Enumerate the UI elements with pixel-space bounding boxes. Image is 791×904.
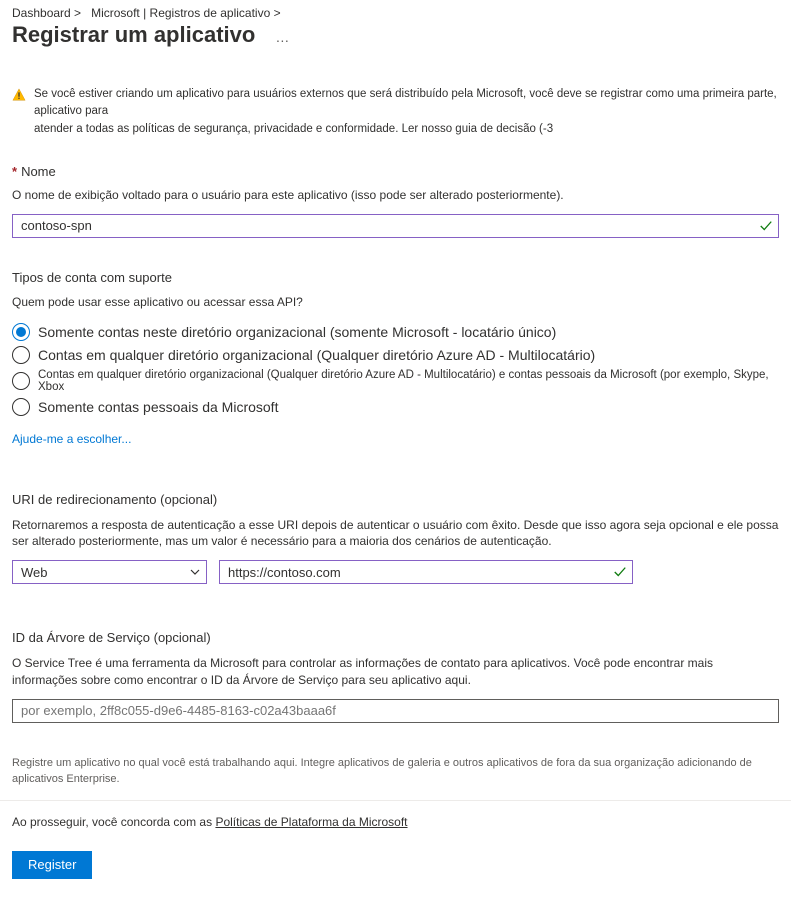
redirect-uri-input[interactable] bbox=[219, 560, 633, 584]
breadcrumb-app-registrations[interactable]: Microsoft | Registros de aplicativo > bbox=[91, 6, 281, 20]
platform-selected-value: Web bbox=[21, 565, 48, 580]
account-types-heading: Tipos de conta com suporte bbox=[12, 270, 779, 285]
radio-label: Contas em qualquer diretório organizacio… bbox=[38, 369, 779, 393]
service-tree-input[interactable] bbox=[12, 699, 779, 723]
name-label: Nome bbox=[21, 164, 56, 179]
radio-circle-icon bbox=[12, 398, 30, 416]
consent-text: Ao prosseguir, você concorda com as Polí… bbox=[12, 815, 779, 829]
warning-text-line2: atender a todas as políticas de seguranç… bbox=[34, 123, 402, 135]
radio-label: Somente contas neste diretório organizac… bbox=[38, 324, 556, 340]
radio-label: Somente contas pessoais da Microsoft bbox=[38, 399, 278, 415]
account-type-radio-0[interactable]: Somente contas neste diretório organizac… bbox=[12, 323, 779, 341]
platform-policies-link[interactable]: Políticas de Plataforma da Microsoft bbox=[215, 815, 407, 829]
name-description: O nome de exibição voltado para o usuári… bbox=[12, 187, 779, 204]
service-tree-heading: ID da Árvore de Serviço (opcional) bbox=[12, 630, 779, 645]
required-indicator: * bbox=[12, 164, 17, 179]
service-tree-description: O Service Tree é uma ferramenta da Micro… bbox=[12, 655, 779, 689]
radio-circle-icon bbox=[12, 346, 30, 364]
radio-circle-icon bbox=[12, 323, 30, 341]
account-type-radio-2[interactable]: Contas em qualquer diretório organizacio… bbox=[12, 369, 779, 393]
help-me-choose-link[interactable]: Ajude-me a escolher... bbox=[12, 432, 779, 446]
divider bbox=[0, 800, 791, 801]
platform-dropdown[interactable]: Web bbox=[12, 560, 207, 584]
radio-label: Contas em qualquer diretório organizacio… bbox=[38, 347, 595, 363]
name-input[interactable] bbox=[12, 214, 779, 238]
warning-text-line1: Se você estiver criando um aplicativo pa… bbox=[34, 88, 777, 117]
account-type-radio-1[interactable]: Contas em qualquer diretório organizacio… bbox=[12, 346, 779, 364]
redirect-uri-description: Retornaremos a resposta de autenticação … bbox=[12, 517, 779, 551]
account-type-radio-3[interactable]: Somente contas pessoais da Microsoft bbox=[12, 398, 779, 416]
register-button[interactable]: Register bbox=[12, 851, 92, 879]
warning-icon bbox=[12, 86, 26, 105]
warning-banner: Se você estiver criando um aplicativo pa… bbox=[12, 86, 779, 138]
more-actions-button[interactable]: … bbox=[275, 29, 290, 45]
page-title: Registrar um aplicativo bbox=[12, 22, 255, 48]
account-types-subtext: Quem pode usar esse aplicativo ou acessa… bbox=[12, 295, 779, 309]
redirect-uri-heading: URI de redirecionamento (opcional) bbox=[12, 492, 779, 507]
breadcrumb: Dashboard > Microsoft | Registros de apl… bbox=[12, 6, 779, 20]
enterprise-apps-note: Registre um aplicativo no qual você está… bbox=[12, 755, 779, 788]
breadcrumb-dashboard[interactable]: Dashboard > bbox=[12, 6, 81, 20]
warning-guide-link[interactable]: Ler nosso guia de decisão (-3 bbox=[402, 123, 554, 135]
radio-circle-icon bbox=[12, 372, 30, 390]
